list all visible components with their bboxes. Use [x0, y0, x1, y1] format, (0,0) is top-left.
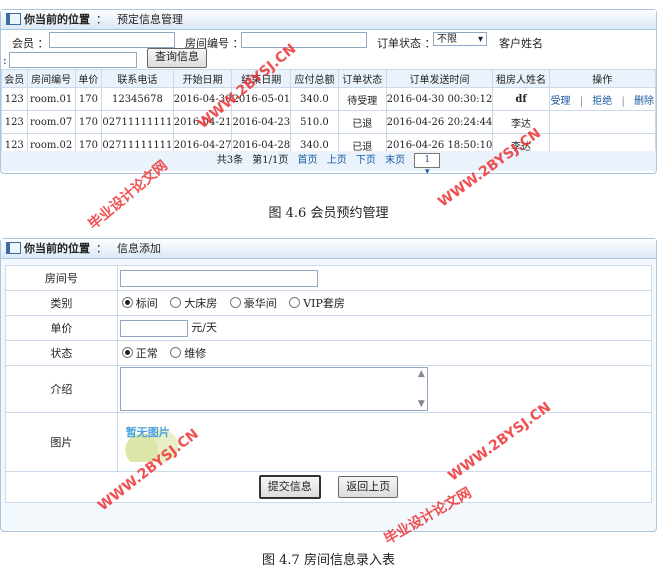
- back-button[interactable]: 返回上页: [338, 476, 399, 498]
- window-icon: [6, 13, 21, 25]
- accept-link[interactable]: 受理: [551, 96, 571, 107]
- location-bar: 你当前的位置：预定信息管理: [1, 10, 656, 30]
- location-value: 预定信息管理: [117, 13, 183, 26]
- page-select[interactable]: 1 ▾: [414, 153, 441, 177]
- type-label: 类别: [5, 290, 118, 316]
- scroll-down-icon[interactable]: ▼: [418, 399, 425, 409]
- location-value: 信息添加: [117, 242, 161, 255]
- intro-label: 介绍: [5, 365, 118, 413]
- location-label: 你当前的位置: [24, 13, 90, 26]
- status-filter-select[interactable]: 不限 ▾: [433, 32, 487, 46]
- room-entry-panel: 你当前的位置：信息添加 房间号 类别 标间 大床房 豪华间 VIP套房 单价 元…: [0, 238, 657, 532]
- type-option-vip[interactable]: VIP套房: [289, 297, 345, 310]
- type-option-standard[interactable]: 标间: [121, 297, 158, 310]
- room-form: 房间号 类别 标间 大床房 豪华间 VIP套房 单价 元/天 状态 正常 维修 …: [5, 265, 653, 503]
- customer-filter-label: 客户姓名: [499, 37, 543, 50]
- reject-link[interactable]: 拒绝: [592, 96, 612, 107]
- status-filter-label: 订单状态 ：: [377, 37, 436, 50]
- location-label: 你当前的位置: [24, 242, 90, 255]
- table-row: 123 room.07 170 02711111111 2016-04-21 2…: [1, 110, 657, 134]
- room-number-input[interactable]: [119, 269, 318, 287]
- customer-filter-input[interactable]: [9, 52, 137, 68]
- pagination: 共3条 第1/1页 首页 上页 下页 末页 1 ▾: [1, 151, 656, 177]
- room-filter-input[interactable]: [241, 32, 367, 48]
- first-page-link[interactable]: 首页: [298, 155, 318, 166]
- type-option-bigbed[interactable]: 大床房: [170, 297, 217, 310]
- row-actions: 受理 | 拒绝 | 删除: [548, 87, 657, 111]
- figure-caption: 图 4.7 房间信息录入表: [262, 553, 395, 568]
- delete-link[interactable]: 删除: [634, 96, 654, 107]
- radio-icon: [289, 297, 301, 308]
- last-page-link[interactable]: 末页: [385, 155, 405, 166]
- reservation-table: 会员 房间编号 单价 联系电话 开始日期 结束日期 应付总额 订单状态 订单发送…: [1, 69, 657, 157]
- radio-icon: [170, 347, 182, 358]
- state-radio-group: 正常 维修: [116, 340, 653, 366]
- image-label: 图片: [5, 412, 118, 472]
- member-filter-input[interactable]: [49, 32, 175, 48]
- prev-page-link[interactable]: 上页: [327, 155, 347, 166]
- room-number-label: 房间号: [5, 265, 118, 291]
- submit-button[interactable]: 提交信息: [258, 475, 321, 499]
- state-option-repair[interactable]: 维修: [170, 347, 206, 360]
- type-option-luxury[interactable]: 豪华间: [229, 297, 277, 310]
- price-label: 单价: [5, 315, 118, 341]
- type-radio-group: 标间 大床房 豪华间 VIP套房: [116, 290, 653, 316]
- next-page-link[interactable]: 下页: [356, 155, 376, 166]
- scroll-up-icon[interactable]: ▲: [418, 369, 425, 379]
- window-icon: [6, 242, 21, 254]
- radio-checked-icon: [121, 347, 133, 358]
- table-row: 123 room.01 170 12345678 2016-04-30 2016…: [1, 87, 657, 111]
- price-unit: 元/天: [191, 321, 217, 335]
- table-header: 会员 房间编号 单价 联系电话 开始日期 结束日期 应付总额 订单状态 订单发送…: [1, 69, 657, 88]
- state-label: 状态: [5, 340, 118, 366]
- price-input[interactable]: [119, 319, 188, 337]
- chevron-down-icon: ▾: [477, 34, 483, 45]
- radio-icon: [229, 297, 241, 308]
- state-option-normal[interactable]: 正常: [121, 347, 158, 360]
- query-button[interactable]: 查询信息: [147, 48, 207, 68]
- reservation-panel: 你当前的位置：预定信息管理 会员 ： 房间编号 ： 订单状态 ： 不限 ▾ 客户姓…: [0, 9, 657, 177]
- chevron-down-icon: ▾: [425, 167, 430, 177]
- radio-icon: [170, 297, 182, 308]
- radio-checked-icon: [121, 297, 133, 308]
- location-bar: 你当前的位置：信息添加: [1, 239, 656, 259]
- member-filter-label: 会员 ：: [12, 37, 49, 50]
- intro-textarea[interactable]: ▲ ▼: [119, 367, 428, 411]
